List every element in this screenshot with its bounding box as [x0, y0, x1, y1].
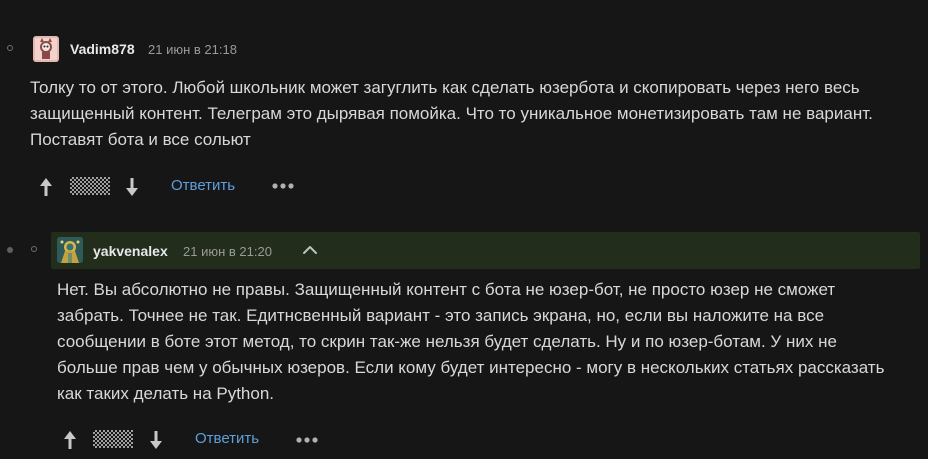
- hidden-score-icon: [70, 177, 110, 195]
- mystic-avatar-icon: [57, 237, 83, 263]
- thread-level-indicator: [31, 246, 37, 252]
- chevron-up-icon[interactable]: [302, 245, 318, 255]
- more-dots-icon[interactable]: [271, 180, 295, 192]
- arrow-up-icon[interactable]: [60, 428, 80, 452]
- cat-avatar-icon: [33, 36, 59, 62]
- arrow-down-icon[interactable]: [146, 428, 166, 452]
- comment-author[interactable]: yakvenalex: [93, 243, 168, 259]
- reply-button[interactable]: Ответить: [195, 430, 259, 447]
- arrow-down-icon[interactable]: [122, 175, 142, 199]
- thread-level-indicator: [7, 247, 13, 253]
- avatar[interactable]: [57, 237, 83, 263]
- hidden-score-icon: [93, 430, 133, 448]
- thread-level-indicator: [7, 45, 13, 51]
- comment-text: Толку то от этого. Любой школьник может …: [30, 78, 873, 149]
- more-dots-icon[interactable]: [295, 434, 319, 446]
- comment-text: Нет. Вы абсолютно не правы. Защищенный к…: [57, 280, 885, 403]
- comment-author[interactable]: Vadim878: [70, 41, 135, 57]
- new-comment-highlight: [51, 232, 920, 269]
- comment-timestamp[interactable]: 21 июн в 21:18: [148, 42, 237, 57]
- comment-timestamp[interactable]: 21 июн в 21:20: [183, 244, 272, 259]
- avatar[interactable]: [33, 36, 59, 62]
- reply-button[interactable]: Ответить: [171, 177, 235, 194]
- comments-thread: Vadim878 21 июн в 21:18 Толку то от этог…: [0, 0, 928, 459]
- arrow-up-icon[interactable]: [36, 175, 56, 199]
